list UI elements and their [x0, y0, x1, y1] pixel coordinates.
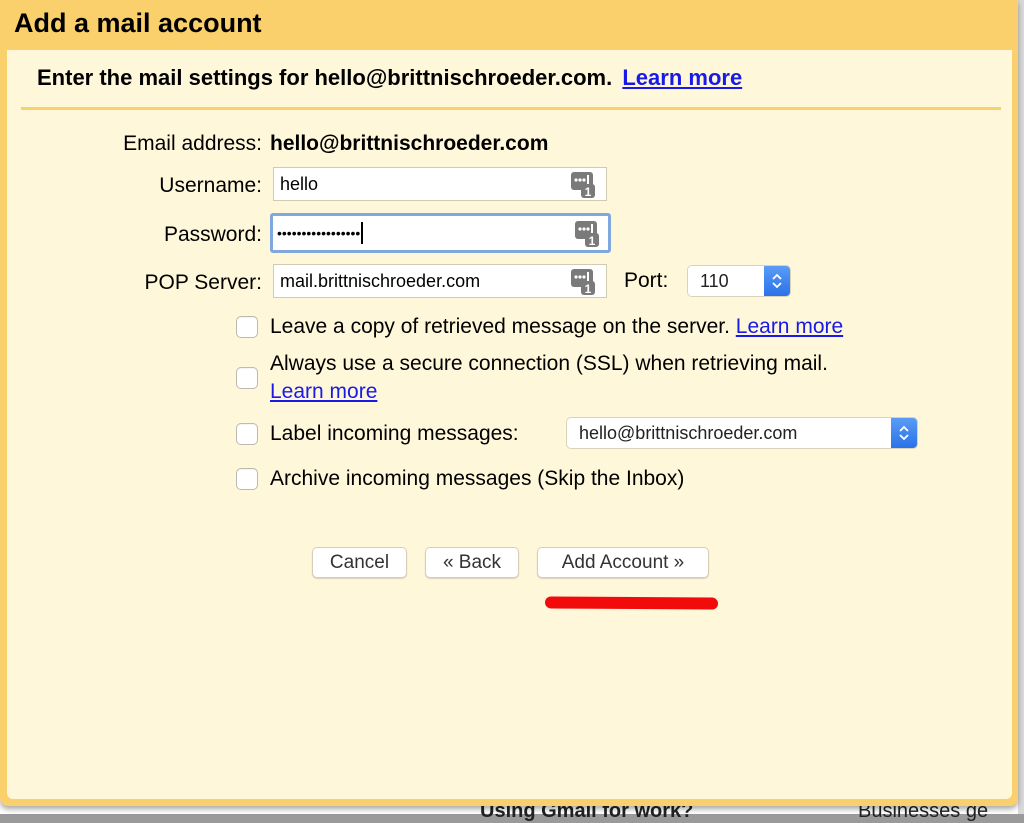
username-value: hello	[280, 173, 319, 194]
password-value: •••••••••••••••••	[277, 225, 361, 241]
port-value: 110	[700, 270, 729, 291]
text-caret	[361, 222, 364, 244]
intro-text: Enter the mail settings for hello@brittn…	[37, 65, 742, 91]
password-input[interactable]: ••••••••••••••••• 1	[270, 213, 611, 253]
header-divider	[21, 107, 1001, 110]
password-manager-icon[interactable]: 1	[570, 268, 596, 296]
pop-server-value: mail.brittnischroeder.com	[280, 270, 481, 291]
email-address-value: hello@brittnischroeder.com	[270, 132, 549, 155]
add-mail-account-dialog: Add a mail account Enter the mail settin…	[0, 0, 1018, 806]
ssl-learn-more-link[interactable]: Learn more	[270, 378, 377, 406]
background-page-edge	[1018, 0, 1024, 814]
leave-copy-label: Leave a copy of retrieved message on the…	[270, 315, 730, 338]
dialog-body: Enter the mail settings for hello@brittn…	[7, 50, 1012, 799]
pop-server-input[interactable]: mail.brittnischroeder.com 1	[273, 264, 607, 298]
label-select-value: hello@brittnischroeder.com	[579, 422, 798, 443]
up-down-chevron-icon	[772, 273, 782, 289]
password-label: Password:	[163, 223, 262, 246]
up-down-chevron-icon	[899, 425, 909, 441]
port-label: Port:	[624, 269, 669, 292]
add-account-button[interactable]: Add Account »	[537, 547, 709, 578]
password-manager-icon[interactable]: 1	[570, 171, 596, 199]
ssl-option: Always use a secure connection (SSL) whe…	[270, 350, 828, 406]
svg-text:1: 1	[589, 234, 596, 248]
pop-server-label: POP Server:	[144, 271, 263, 294]
port-select-stepper[interactable]	[764, 266, 790, 296]
red-underline-annotation	[544, 596, 719, 610]
archive-incoming-checkbox[interactable]	[236, 468, 258, 490]
back-button[interactable]: « Back	[425, 547, 519, 578]
port-select[interactable]: 110	[687, 265, 791, 297]
label-incoming-label: Label incoming messages:	[270, 422, 519, 445]
intro-learn-more-link[interactable]: Learn more	[622, 65, 742, 90]
cancel-button[interactable]: Cancel	[312, 547, 407, 578]
username-input[interactable]: hello 1	[273, 167, 607, 201]
ssl-label: Always use a secure connection (SSL) whe…	[270, 352, 828, 375]
password-manager-icon[interactable]: 1	[574, 220, 600, 248]
ssl-checkbox[interactable]	[236, 367, 258, 389]
username-label: Username:	[159, 174, 262, 197]
label-select[interactable]: hello@brittnischroeder.com	[566, 417, 918, 449]
dialog-title: Add a mail account	[14, 8, 262, 38]
svg-text:1: 1	[585, 282, 592, 296]
leave-copy-option: Leave a copy of retrieved message on the…	[270, 313, 843, 341]
leave-copy-learn-more-link[interactable]: Learn more	[736, 315, 843, 338]
email-address-label: Email address:	[123, 132, 262, 155]
leave-copy-checkbox[interactable]	[236, 316, 258, 338]
svg-text:1: 1	[585, 185, 592, 199]
archive-incoming-label: Archive incoming messages (Skip the Inbo…	[270, 467, 685, 490]
intro-message: Enter the mail settings for hello@brittn…	[37, 65, 613, 90]
label-select-stepper[interactable]	[891, 418, 917, 448]
label-incoming-checkbox[interactable]	[236, 423, 258, 445]
